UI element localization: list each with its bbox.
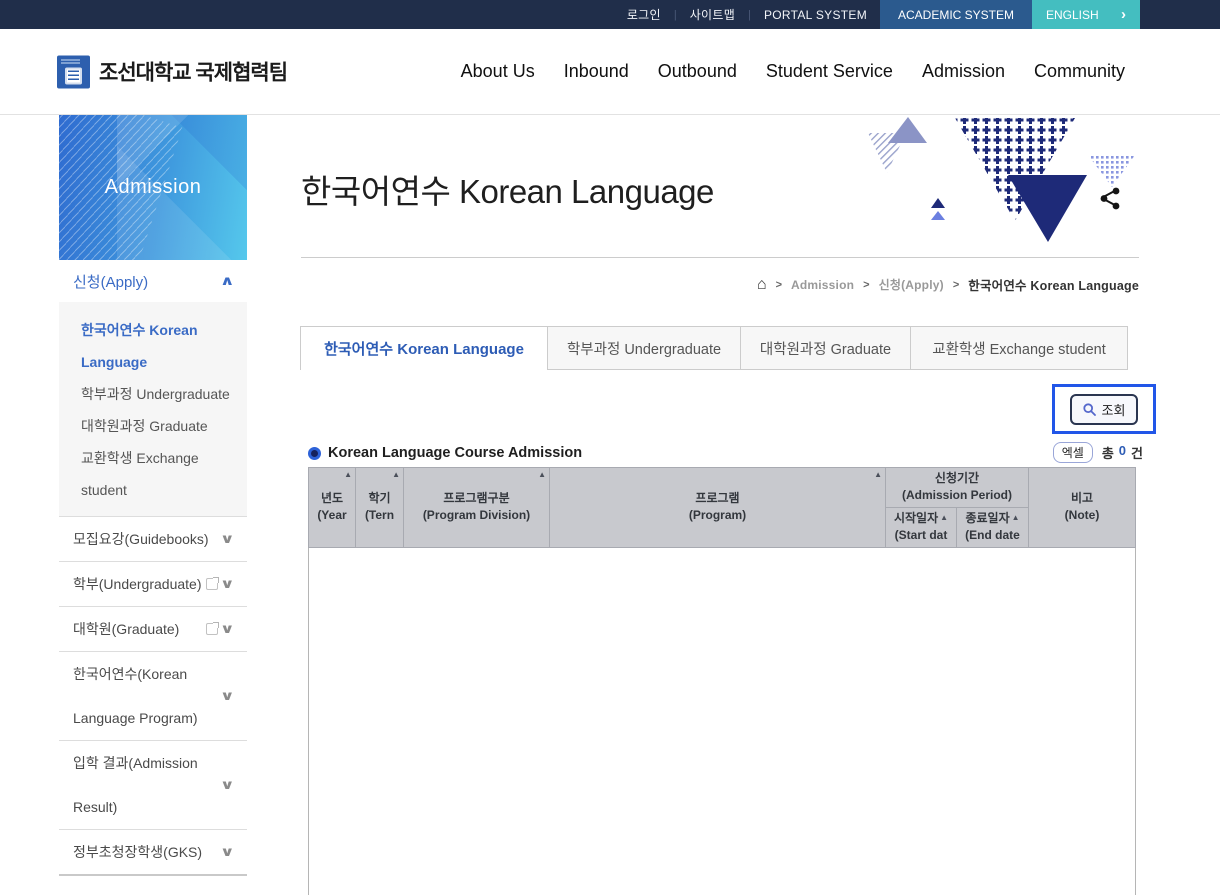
submenu-undergraduate[interactable]: 학부과정 Undergraduate	[59, 378, 247, 410]
nav-student-service[interactable]: Student Service	[766, 61, 893, 82]
sort-asc-icon: ▲	[1012, 513, 1020, 522]
decorative-triangles	[860, 115, 1140, 247]
sidebar-item-korean-language-program[interactable]: 한국어연수(Korean Language Program) ∨	[59, 651, 247, 740]
tab-undergraduate[interactable]: 학부과정 Undergraduate	[548, 326, 741, 370]
total-count: 총 0 건	[1102, 443, 1143, 462]
nav-outbound[interactable]: Outbound	[658, 61, 737, 82]
column-header-end-date[interactable]: 종료일자▲ (End date	[957, 507, 1029, 547]
admission-table: ▲ 년도 (Year ▲ 학기 (Tern ▲ 프로그램구분 (Program …	[308, 467, 1136, 895]
top-utility-bar: 로그인 | 사이트맵 | PORTAL SYSTEM ACADEMIC SYST…	[0, 0, 1220, 29]
home-icon[interactable]: ⌂	[757, 277, 767, 293]
submenu-exchange-student[interactable]: 교환학생 Exchange student	[59, 442, 247, 506]
title-divider	[301, 257, 1139, 258]
column-header-start-date[interactable]: 시작일자▲ (Start dat	[886, 507, 957, 547]
chevron-down-icon: ∨	[220, 777, 235, 793]
tab-graduate[interactable]: 대학원과정 Graduate	[741, 326, 911, 370]
sidebar: Admission 신청(Apply) ∧ 한국어연수 Korean Langu…	[59, 115, 247, 876]
submenu-graduate[interactable]: 대학원과정 Graduate	[59, 410, 247, 442]
share-icon	[1101, 188, 1120, 210]
chevron-up-icon: ∧	[220, 273, 235, 289]
chevron-down-icon: ∨	[220, 576, 235, 592]
excel-export-button[interactable]: 엑셀	[1053, 442, 1093, 463]
sidebar-item-admission-result[interactable]: 입학 결과(Admission Result) ∨	[59, 740, 247, 829]
section-title: Korean Language Course Admission	[308, 445, 582, 461]
nav-community[interactable]: Community	[1034, 61, 1125, 82]
column-header-year[interactable]: ▲ 년도 (Year	[309, 468, 356, 548]
search-button[interactable]: 조회	[1070, 394, 1139, 425]
column-header-program[interactable]: ▲ 프로그램 (Program)	[550, 468, 886, 548]
breadcrumb-separator: >	[776, 279, 782, 291]
total-count-value: 0	[1119, 443, 1126, 462]
column-header-term[interactable]: ▲ 학기 (Tern	[356, 468, 404, 548]
nav-inbound[interactable]: Inbound	[564, 61, 629, 82]
english-label: ENGLISH	[1046, 8, 1099, 22]
column-header-admission-period: 신청기간 (Admission Period)	[886, 468, 1029, 508]
chevron-down-icon: ∨	[220, 844, 235, 860]
search-icon	[1083, 403, 1096, 416]
chevron-down-icon: ∨	[220, 688, 235, 704]
bullet-icon	[308, 447, 321, 460]
sitemap-link[interactable]: 사이트맵	[677, 0, 748, 29]
empty-table-body	[309, 547, 1136, 895]
university-logo-icon	[57, 55, 90, 88]
sidebar-banner: Admission	[59, 115, 247, 260]
sort-asc-icon[interactable]: ▲	[392, 469, 400, 481]
sidebar-item-gks[interactable]: 정부초청장학생(GKS) ∨	[59, 829, 247, 876]
main-nav: About Us Inbound Outbound Student Servic…	[461, 29, 1125, 114]
arrow-right-icon: ›	[1121, 7, 1126, 22]
tab-bar: 한국어연수 Korean Language 학부과정 Undergraduate…	[300, 326, 1128, 370]
nav-about-us[interactable]: About Us	[461, 61, 535, 82]
university-logo[interactable]: 조선대학교 국제협력팀	[57, 55, 287, 88]
breadcrumb-apply[interactable]: 신청(Apply)	[879, 276, 944, 293]
sidebar-item-undergraduate[interactable]: 학부(Undergraduate) ∨	[59, 561, 247, 606]
column-header-program-division[interactable]: ▲ 프로그램구분 (Program Division)	[404, 468, 550, 548]
sort-asc-icon[interactable]: ▲	[538, 469, 546, 481]
tab-korean-language[interactable]: 한국어연수 Korean Language	[300, 326, 548, 370]
page-title: 한국어연수 Korean Language	[301, 165, 714, 213]
breadcrumb-admission[interactable]: Admission	[791, 278, 854, 292]
submenu-korean-language[interactable]: 한국어연수 Korean Language	[59, 314, 247, 378]
chevron-down-icon: ∨	[220, 531, 235, 547]
chevron-down-icon: ∨	[220, 621, 235, 637]
search-button-focus-highlight: 조회	[1052, 384, 1156, 434]
sort-asc-icon[interactable]: ▲	[344, 469, 352, 481]
external-link-icon	[206, 578, 218, 590]
breadcrumb: ⌂ > Admission > 신청(Apply) > 한국어연수 Korean…	[757, 275, 1139, 294]
table-toolbar: 엑셀 총 0 건	[1053, 442, 1143, 463]
external-link-icon	[206, 623, 218, 635]
sort-asc-icon[interactable]: ▲	[874, 469, 882, 481]
site-header: 조선대학교 국제협력팀 About Us Inbound Outbound St…	[0, 29, 1220, 115]
nav-admission[interactable]: Admission	[922, 61, 1005, 82]
apply-submenu: 한국어연수 Korean Language 학부과정 Undergraduate…	[59, 302, 247, 516]
breadcrumb-separator: >	[863, 279, 869, 291]
academic-system-button[interactable]: ACADEMIC SYSTEM	[880, 0, 1032, 29]
sidebar-banner-title: Admission	[105, 176, 202, 199]
breadcrumb-separator: >	[953, 279, 959, 291]
portal-system-link[interactable]: PORTAL SYSTEM	[751, 0, 880, 29]
sidebar-item-guidebooks[interactable]: 모집요강(Guidebooks) ∨	[59, 516, 247, 561]
column-header-note: 비고 (Note)	[1029, 468, 1136, 548]
english-language-button[interactable]: ENGLISH ›	[1032, 0, 1140, 29]
breadcrumb-current: 한국어연수 Korean Language	[968, 275, 1139, 294]
tab-exchange-student[interactable]: 교환학생 Exchange student	[911, 326, 1128, 370]
sort-asc-icon: ▲	[940, 513, 948, 522]
sidebar-item-graduate[interactable]: 대학원(Graduate) ∨	[59, 606, 247, 651]
main-content: 한국어연수 Korean Language ⌂ > Admission > 신청…	[300, 115, 1140, 883]
sidebar-item-apply[interactable]: 신청(Apply) ∧	[59, 260, 247, 302]
login-link[interactable]: 로그인	[614, 0, 674, 29]
logo-text: 조선대학교 국제협력팀	[99, 57, 287, 87]
